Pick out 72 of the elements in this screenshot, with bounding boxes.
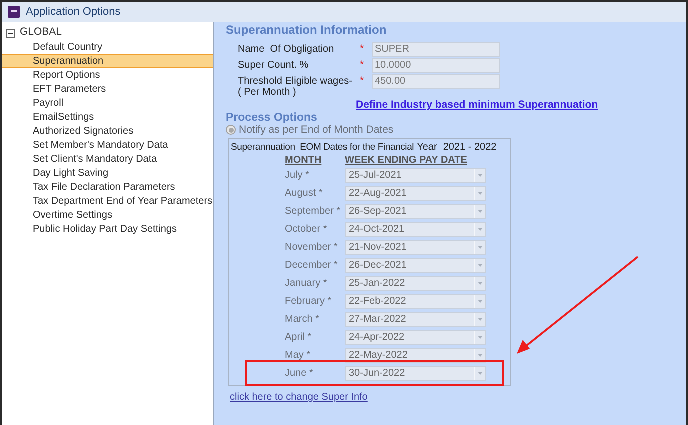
- tree-item[interactable]: Superannuation: [2, 54, 213, 68]
- tree-root[interactable]: GLOBAL: [20, 25, 62, 41]
- date-dropdown[interactable]: 22-Feb-2022: [345, 294, 486, 309]
- tree-item[interactable]: Authorized Signatories: [2, 124, 213, 138]
- dropdown-caret-icon: [478, 192, 482, 195]
- tree-item[interactable]: EmailSettings: [2, 110, 213, 124]
- tree-item[interactable]: Report Options: [2, 68, 213, 82]
- year-value: 2021 - 2022: [443, 142, 497, 154]
- date-dropdown[interactable]: 25-Jul-2021: [345, 168, 486, 183]
- field-label: Name Of Obgligation: [238, 43, 336, 55]
- required-mark: *: [360, 58, 366, 71]
- date-dropdown[interactable]: 21-Nov-2021: [345, 240, 486, 255]
- month-label: September *: [285, 206, 342, 218]
- dropdown-caret-icon: [478, 372, 482, 375]
- tree-item[interactable]: Public Holiday Part Day Settings: [2, 222, 213, 236]
- industry-link[interactable]: Define Industry based minimum Superannuation: [356, 99, 598, 111]
- required-mark: *: [360, 42, 366, 55]
- text-field[interactable]: SUPER: [372, 42, 500, 57]
- dropdown-caret-icon: [478, 300, 482, 303]
- collapse-toggle[interactable]: [6, 28, 15, 38]
- tree-item[interactable]: EFT Parameters: [2, 82, 213, 96]
- dropdown-caret-icon: [478, 282, 482, 285]
- tree-item[interactable]: Payroll: [2, 96, 213, 110]
- text-field[interactable]: 10.0000: [372, 58, 500, 73]
- window-title: Application Options: [26, 4, 121, 20]
- month-label: April *: [285, 332, 313, 344]
- date-dropdown[interactable]: 26-Sep-2021: [345, 204, 486, 219]
- tree-item[interactable]: Tax Department End of Year Parameters: [2, 194, 213, 208]
- dropdown-caret-icon: [478, 318, 482, 321]
- radio-label: Notify as per End of Month Dates: [239, 124, 394, 136]
- field-label: Super Count. %: [238, 59, 310, 71]
- column-header: WEEK ENDING PAY DATE: [345, 154, 468, 166]
- dropdown-caret-icon: [478, 354, 482, 357]
- tree-item[interactable]: Set Member's Mandatory Data: [2, 138, 213, 152]
- month-label: August *: [285, 188, 324, 200]
- date-dropdown[interactable]: 27-Mar-2022: [345, 312, 486, 327]
- dropdown-caret-icon: [478, 264, 482, 267]
- month-label: October *: [285, 224, 328, 236]
- month-label: July *: [285, 170, 310, 182]
- date-dropdown[interactable]: 24-Apr-2022: [345, 330, 486, 345]
- dropdown-caret-icon: [478, 228, 482, 231]
- tree-item[interactable]: Day Light Saving: [2, 166, 213, 180]
- dropdown-caret-icon: [478, 246, 482, 249]
- section-title: Process Options: [226, 112, 318, 124]
- date-dropdown[interactable]: 26-Dec-2021: [345, 258, 486, 273]
- field-label: Threshold Eligible wages- ( Per Month ): [238, 75, 354, 98]
- change-info-link[interactable]: click here to change Super Info: [230, 392, 368, 404]
- column-header: MONTH: [285, 154, 323, 166]
- month-label: February *: [285, 296, 333, 308]
- dropdown-caret-icon: [478, 210, 482, 213]
- dropdown-caret-icon: [478, 336, 482, 339]
- month-label: May *: [285, 350, 312, 362]
- month-label: January *: [285, 278, 328, 290]
- tree-item[interactable]: Set Client's Mandatory Data: [2, 152, 213, 166]
- month-label: March *: [285, 314, 320, 326]
- date-dropdown[interactable]: 30-Jun-2022: [345, 366, 486, 381]
- tree-item[interactable]: Tax File Declaration Parameters: [2, 180, 213, 194]
- date-dropdown[interactable]: 24-Oct-2021: [345, 222, 486, 237]
- date-dropdown[interactable]: 22-Aug-2021: [345, 186, 486, 201]
- text-field[interactable]: 450.00: [372, 74, 500, 89]
- dropdown-caret-icon: [478, 174, 482, 177]
- year-label: Year: [417, 142, 438, 154]
- date-dropdown[interactable]: 25-Jan-2022: [345, 276, 486, 291]
- required-mark: *: [360, 74, 366, 87]
- month-label: June *: [285, 368, 314, 380]
- month-label: December *: [285, 260, 339, 272]
- section-title: Superannuation Information: [226, 24, 388, 39]
- group-title: Superannuation EOM Dates for the Financial: [231, 142, 414, 154]
- app-icon: [8, 6, 20, 18]
- month-label: November *: [285, 242, 339, 254]
- tree-item[interactable]: Default Country: [2, 40, 213, 54]
- tree-item[interactable]: Overtime Settings: [2, 208, 213, 222]
